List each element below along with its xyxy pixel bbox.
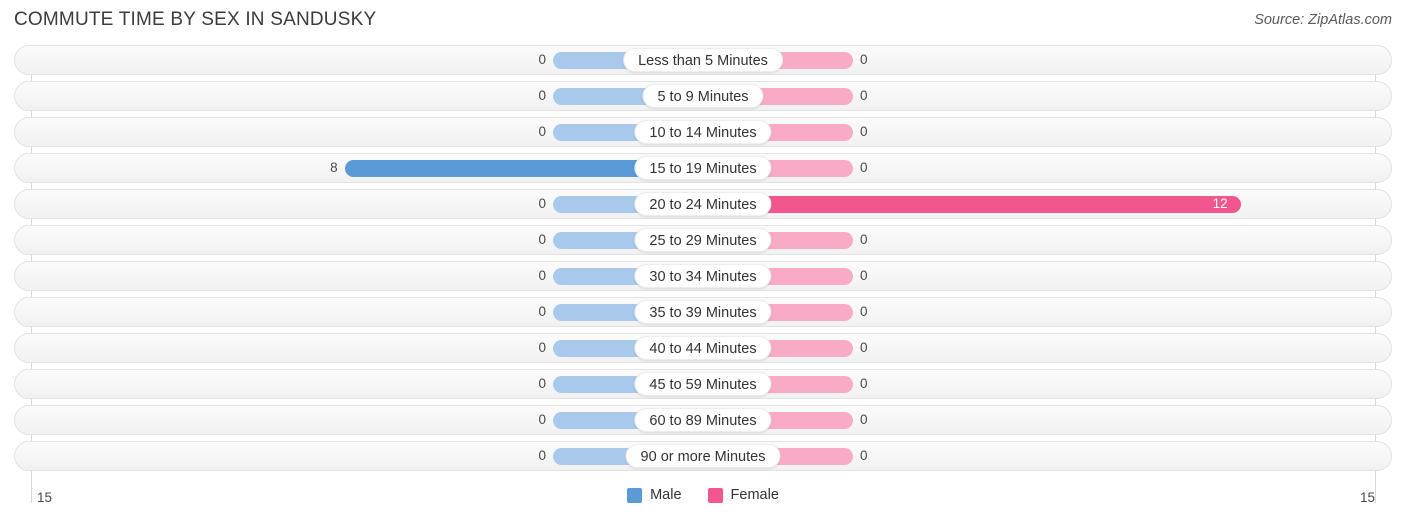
male-value-label: 0: [538, 196, 546, 211]
female-value-label: 0: [860, 304, 868, 319]
table-row: 0 0 40 to 44 Minutes: [0, 333, 1406, 363]
bar-rows-container: 0 0 Less than 5 Minutes 0 0 5 to 9 Minutes 0 0 1…: [0, 45, 1406, 477]
legend-item-female[interactable]: Female: [707, 487, 779, 503]
female-value-label: 0: [860, 124, 868, 139]
male-value-label: 0: [538, 376, 546, 391]
category-label: 25 to 29 Minutes: [634, 228, 772, 252]
table-row: 0 0 45 to 59 Minutes: [0, 369, 1406, 399]
female-value-label: 0: [860, 340, 868, 355]
female-value-label: 0: [860, 268, 868, 283]
table-row: 0 12 20 to 24 Minutes: [0, 189, 1406, 219]
page-title: COMMUTE TIME BY SEX IN SANDUSKY: [14, 9, 377, 30]
category-label: 60 to 89 Minutes: [634, 408, 772, 432]
table-row: 0 0 60 to 89 Minutes: [0, 405, 1406, 435]
table-row: 0 0 Less than 5 Minutes: [0, 45, 1406, 75]
female-value-label: 0: [860, 88, 868, 103]
male-value-label: 0: [538, 232, 546, 247]
category-label: 90 or more Minutes: [625, 444, 781, 468]
chart-header: COMMUTE TIME BY SEX IN SANDUSKY Source: …: [0, 0, 1406, 40]
source-attribution: Source: ZipAtlas.com: [1254, 12, 1392, 28]
chart-footer: 15 15 Male Female: [0, 487, 1406, 523]
chart-plot-area: 0 0 Less than 5 Minutes 0 0 5 to 9 Minutes 0 0 1…: [0, 45, 1406, 503]
male-value-label: 0: [538, 268, 546, 283]
male-value-label: 0: [538, 124, 546, 139]
table-row: 0 0 90 or more Minutes: [0, 441, 1406, 471]
female-bar: [703, 196, 1241, 213]
category-label: Less than 5 Minutes: [623, 48, 783, 72]
category-label: 15 to 19 Minutes: [634, 156, 772, 180]
category-label: 20 to 24 Minutes: [634, 192, 772, 216]
male-value-label: 8: [330, 160, 338, 175]
chart-legend: Male Female: [0, 487, 1406, 503]
male-value-label: 0: [538, 52, 546, 67]
category-label: 10 to 14 Minutes: [634, 120, 772, 144]
female-value-label: 0: [860, 232, 868, 247]
legend-label: Female: [730, 487, 779, 503]
female-value-label: 12: [1212, 196, 1228, 211]
table-row: 0 0 30 to 34 Minutes: [0, 261, 1406, 291]
male-value-label: 0: [538, 412, 546, 427]
legend-swatch-icon: [627, 487, 643, 503]
female-value-label: 0: [860, 376, 868, 391]
female-value-label: 0: [860, 448, 868, 463]
table-row: 0 0 25 to 29 Minutes: [0, 225, 1406, 255]
table-row: 0 0 35 to 39 Minutes: [0, 297, 1406, 327]
category-label: 45 to 59 Minutes: [634, 372, 772, 396]
legend-label: Male: [650, 487, 682, 503]
male-value-label: 0: [538, 448, 546, 463]
female-value-label: 0: [860, 160, 868, 175]
table-row: 0 0 10 to 14 Minutes: [0, 117, 1406, 147]
female-value-label: 0: [860, 52, 868, 67]
male-value-label: 0: [538, 304, 546, 319]
male-value-label: 0: [538, 88, 546, 103]
male-value-label: 0: [538, 340, 546, 355]
category-label: 35 to 39 Minutes: [634, 300, 772, 324]
legend-item-male[interactable]: Male: [627, 487, 682, 503]
table-row: 0 0 5 to 9 Minutes: [0, 81, 1406, 111]
legend-swatch-icon: [707, 487, 723, 503]
category-label: 30 to 34 Minutes: [634, 264, 772, 288]
category-label: 5 to 9 Minutes: [642, 84, 764, 108]
female-value-label: 0: [860, 412, 868, 427]
category-label: 40 to 44 Minutes: [634, 336, 772, 360]
table-row: 8 0 15 to 19 Minutes: [0, 153, 1406, 183]
